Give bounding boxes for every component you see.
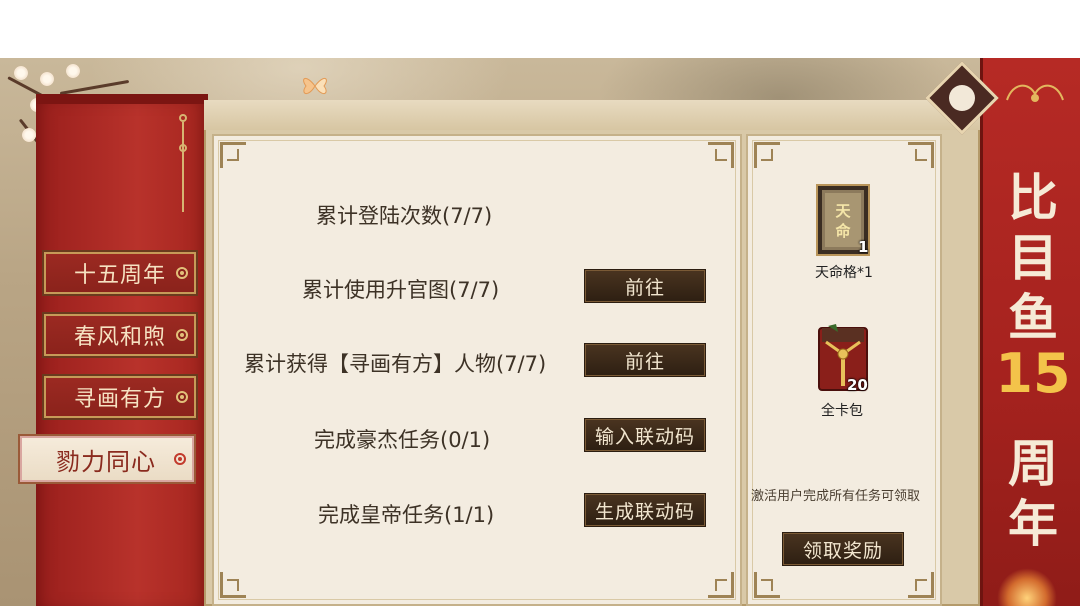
left-strip-cap: [36, 94, 208, 104]
task-emperor-mission: 完成皇帝任务(1/1): [318, 503, 495, 527]
butterfly-icon: [303, 78, 327, 94]
tab-knob-icon: [176, 391, 188, 403]
reward-name: 全卡包: [821, 403, 863, 419]
goto-button[interactable]: 前往: [584, 269, 706, 303]
reward-count: 20: [847, 376, 868, 394]
generate-link-code-button[interactable]: 生成联动码: [584, 493, 706, 527]
svg-text:命: 命: [834, 222, 851, 240]
tab-label: 寻画有方: [74, 387, 167, 412]
reward-count: 1: [858, 238, 869, 256]
task-hero-mission: 完成豪杰任务(0/1): [314, 428, 491, 452]
panel-header-band: [204, 100, 980, 130]
tab-knob-icon: [176, 329, 188, 341]
tab-fifteenth-anniversary[interactable]: 十五周年: [42, 250, 198, 296]
tab-seek-paintings[interactable]: 寻画有方: [42, 374, 198, 420]
task-promotion-chart: 累计使用升官图(7/7): [302, 278, 500, 302]
task-login-count: 累计登陆次数(7/7): [316, 204, 493, 228]
task-collect-characters: 累计获得【寻画有方】人物(7/7): [244, 352, 547, 376]
banner-number: 15: [995, 342, 1071, 405]
tab-spring-breeze[interactable]: 春风和煦: [42, 312, 198, 358]
tab-knob-icon: [174, 453, 186, 465]
tab-label: 春风和煦: [74, 325, 167, 350]
tab-knob-icon: [176, 267, 188, 279]
tab-label: 十五周年: [74, 263, 167, 288]
glow-orb: [997, 568, 1057, 606]
reward-name: 天命格*1: [815, 265, 873, 281]
banner-char: 鱼: [1008, 288, 1058, 347]
cloud-ornament-icon: [1006, 84, 1064, 102]
goto-button[interactable]: 前往: [584, 343, 706, 377]
svg-text:天: 天: [835, 202, 851, 220]
tab-label: 勠力同心: [56, 447, 156, 476]
event-screen: 十五周年 春风和煦 寻画有方 勠力同心 累计登陆次数(7/7) 累计使用升官图(…: [0, 58, 1080, 606]
tab-united-effort[interactable]: 勠力同心: [18, 434, 196, 484]
anniversary-banner: 比 目 鱼 15 周 年: [980, 58, 1080, 606]
reward-condition-note: 激活用户完成所有任务可领取: [751, 489, 921, 504]
claim-reward-button[interactable]: 领取奖励: [782, 532, 904, 566]
banner-char: 年: [1008, 494, 1058, 553]
enter-link-code-button[interactable]: 输入联动码: [584, 418, 706, 452]
